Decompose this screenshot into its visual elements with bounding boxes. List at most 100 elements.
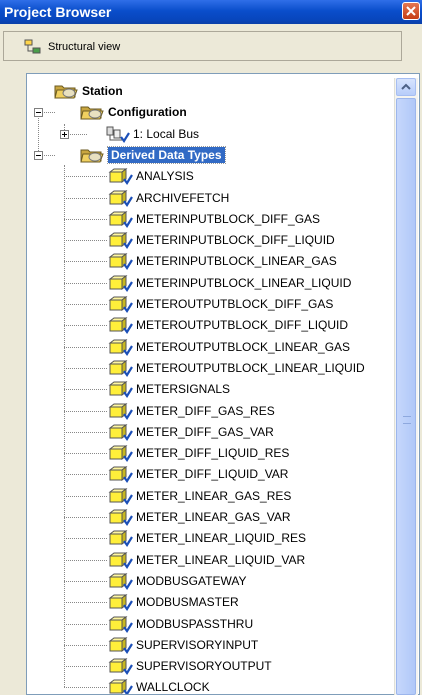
- structural-view-button[interactable]: Structural view: [24, 37, 120, 57]
- close-button[interactable]: [402, 2, 420, 20]
- tree-item-datatype[interactable]: METER_LINEAR_GAS_VAR: [107, 507, 291, 527]
- tree-connector: [64, 559, 107, 561]
- tree-item-station-label: Station: [82, 84, 123, 98]
- tree-item-datatype[interactable]: SUPERVISORYOUTPUT: [107, 656, 272, 676]
- tree-item-datatype-label: ANALYSIS: [136, 169, 194, 184]
- tree-item-datatype[interactable]: MODBUSPASSTHRU: [107, 614, 253, 634]
- tree-item-datatype-label: METERINPUTBLOCK_LINEAR_LIQUID: [136, 275, 352, 290]
- tree-item-datatype[interactable]: METEROUTPUTBLOCK_DIFF_GAS: [107, 294, 333, 314]
- tree-item-derived-data-types[interactable]: Derived Data Types: [79, 145, 226, 165]
- structural-view-label: Structural view: [48, 41, 121, 53]
- tree-item-datatype[interactable]: ARCHIVEFETCH: [107, 188, 229, 208]
- scroll-up-button[interactable]: [396, 78, 416, 96]
- tree-item-datatype-label: METEROUTPUTBLOCK_DIFF_GAS: [136, 297, 334, 311]
- tree-item-datatype[interactable]: METER_DIFF_LIQUID_VAR: [107, 464, 288, 484]
- datatype-icon: [108, 232, 133, 250]
- tree-item-datatype[interactable]: METER_LINEAR_LIQUID_VAR: [107, 550, 305, 570]
- datatype-icon: [108, 594, 133, 612]
- tree-connector: [64, 602, 107, 604]
- tree-item-derived-data-types-label: Derived Data Types: [107, 145, 226, 164]
- tree-item-datatype[interactable]: SUPERVISORYINPUT: [107, 635, 258, 655]
- collapse-derived-toggle[interactable]: [34, 150, 43, 160]
- datatype-icon: [108, 658, 133, 676]
- tree-connector: [64, 666, 107, 668]
- scroll-thumb[interactable]: [396, 98, 416, 695]
- tree-connector: [64, 325, 107, 327]
- tree-item-station[interactable]: Station: [53, 81, 123, 101]
- tree-connector: [38, 112, 39, 155]
- tree-item-datatype[interactable]: METER_LINEAR_LIQUID_RES: [107, 528, 306, 548]
- project-browser-window: Project Browser Structural view Station C…: [0, 0, 422, 695]
- tree-item-datatype[interactable]: MODBUSMASTER: [107, 592, 239, 612]
- tree-connector: [64, 495, 107, 497]
- datatype-icon: [108, 572, 133, 590]
- datatype-icon: [108, 359, 133, 377]
- datatype-icon: [108, 509, 133, 526]
- tree-item-datatype[interactable]: WALLCLOCK: [107, 677, 210, 695]
- tree-connector: [64, 623, 107, 625]
- tree-item-datatype-label: METERINPUTBLOCK_LINEAR_GAS: [136, 254, 337, 269]
- tree-item-datatype-label: METER_LINEAR_LIQUID_VAR: [136, 552, 306, 567]
- tree-item-datatype-label: METER_DIFF_GAS_RES: [136, 403, 275, 418]
- tree-connector: [64, 282, 107, 284]
- datatype-icon: [108, 338, 133, 356]
- tree-item-datatype[interactable]: METERSIGNALS: [107, 379, 230, 399]
- structural-view-icon: [24, 39, 41, 54]
- tree-item-datatype[interactable]: METERINPUTBLOCK_DIFF_GAS: [107, 209, 320, 229]
- close-icon: [406, 6, 416, 16]
- tree-connector: [64, 517, 107, 518]
- collapse-configuration-toggle[interactable]: [34, 108, 43, 118]
- tree-item-datatype[interactable]: MODBUSGATEWAY: [107, 571, 246, 591]
- tree-item-local-bus[interactable]: 1: Local Bus: [104, 124, 199, 144]
- tree-connector: [64, 176, 107, 178]
- tree-connector: [64, 304, 107, 305]
- tree-connector: [64, 197, 107, 199]
- tree-item-datatype[interactable]: METER_LINEAR_GAS_RES: [107, 486, 291, 506]
- datatype-icon: [108, 168, 133, 186]
- tree-item-datatype-label: METEROUTPUTBLOCK_LINEAR_LIQUID: [136, 360, 365, 375]
- tree-item-datatype-label: METER_LINEAR_GAS_RES: [136, 488, 292, 503]
- tree-item-datatype[interactable]: ANALYSIS: [107, 166, 194, 186]
- window-title: Project Browser: [4, 4, 112, 20]
- tree-item-datatype-label: SUPERVISORYINPUT: [136, 637, 259, 652]
- tree-connector: [64, 453, 107, 455]
- expand-local-bus-toggle[interactable]: [60, 129, 69, 139]
- tree-item-datatype[interactable]: METERINPUTBLOCK_DIFF_LIQUID: [107, 230, 335, 250]
- tree-item-datatype-label: SUPERVISORYOUTPUT: [136, 659, 272, 674]
- datatype-icon: [108, 189, 133, 207]
- datatype-icon: [108, 615, 133, 633]
- title-bar[interactable]: Project Browser: [0, 0, 422, 24]
- tree-item-datatype-label: METERINPUTBLOCK_DIFF_LIQUID: [136, 233, 335, 248]
- tree-item-datatype-label: WALLCLOCK: [136, 680, 210, 695]
- tree-item-local-bus-label: 1: Local Bus: [133, 126, 200, 141]
- tree-item-datatype[interactable]: METERINPUTBLOCK_LINEAR_LIQUID: [107, 273, 351, 293]
- tree-item-datatype[interactable]: METER_DIFF_GAS_RES: [107, 401, 275, 421]
- tree-item-datatype-label: MODBUSPASSTHRU: [136, 616, 254, 631]
- tree-item-datatype-label: ARCHIVEFETCH: [136, 190, 230, 205]
- tree-item-datatype[interactable]: METERINPUTBLOCK_LINEAR_GAS: [107, 251, 337, 271]
- datatype-icon: [108, 466, 133, 484]
- tree-item-datatype[interactable]: METEROUTPUTBLOCK_LINEAR_GAS: [107, 337, 350, 357]
- datatype-icon: [108, 253, 133, 271]
- tree-item-datatype[interactable]: METER_DIFF_LIQUID_RES: [107, 443, 289, 463]
- tree-connector: [64, 580, 107, 582]
- tree-connector: [64, 644, 107, 646]
- tree-item-datatype[interactable]: METEROUTPUTBLOCK_LINEAR_LIQUID: [107, 358, 365, 378]
- tree-item-datatype[interactable]: METER_DIFF_GAS_VAR: [107, 422, 274, 442]
- tree-connector: [64, 474, 107, 476]
- tree-connector: [64, 687, 107, 689]
- tree-item-datatype-label: METEROUTPUTBLOCK_LINEAR_GAS: [136, 339, 351, 354]
- datatype-icon: [108, 317, 133, 335]
- datatype-icon: [108, 487, 133, 505]
- folder-icon: [80, 106, 104, 120]
- tree-connector: [64, 538, 107, 540]
- tree-item-configuration[interactable]: Configuration: [79, 102, 187, 122]
- chevron-up-icon: [401, 83, 411, 90]
- datatype-icon: [108, 274, 133, 292]
- vertical-scrollbar[interactable]: [394, 78, 418, 695]
- datatype-icon: [108, 402, 133, 420]
- tree-item-datatype-label: METER_DIFF_GAS_VAR: [136, 424, 274, 439]
- tree-item-datatype-label: METER_DIFF_LIQUID_RES: [136, 446, 290, 461]
- tree-item-datatype[interactable]: METEROUTPUTBLOCK_DIFF_LIQUID: [107, 315, 348, 335]
- project-tree[interactable]: Station Configuration 1: Local Bus Derived …: [26, 73, 420, 695]
